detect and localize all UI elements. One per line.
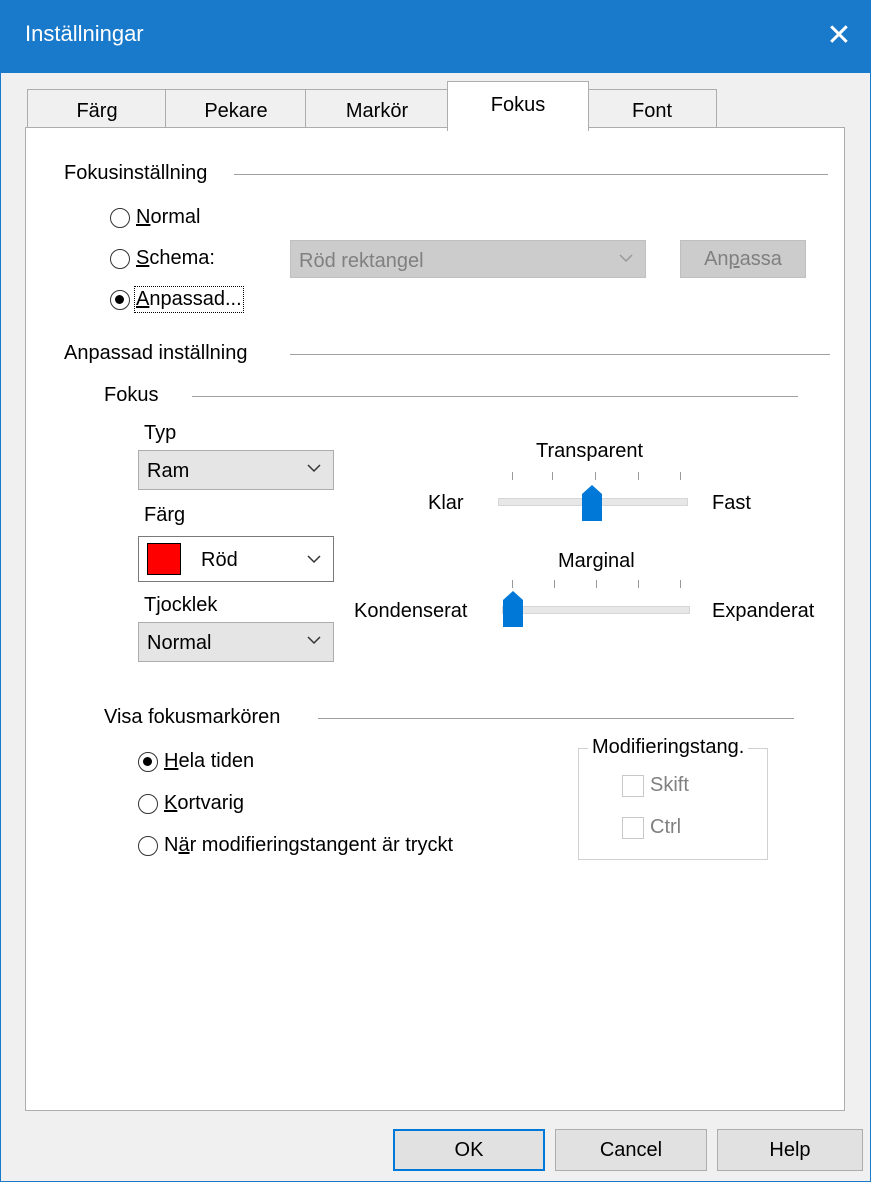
slider-tick [554,580,555,588]
group-heading-show-cursor: Visa fokusmarkören [104,706,291,729]
checkbox-box [622,816,644,839]
divider [290,354,830,355]
divider [192,396,798,397]
margin-right-label: Expanderat [712,600,815,622]
group-heading-custom-setting: Anpassad inställning [64,342,258,365]
margin-slider[interactable] [502,606,690,614]
chevron-down-icon [307,464,321,473]
radio-brief-label: Kortvarig [164,792,245,814]
checkbox-box [622,774,644,797]
tab-fokus[interactable]: Fokus [447,81,589,131]
type-label: Typ [144,422,177,444]
color-swatch [147,543,181,581]
radio-circle-selected [110,289,130,310]
tab-panel-fokus: Fokusinställning Normal Schema: Anpassad… [25,127,845,1111]
radio-always[interactable]: Hela tiden [138,750,254,773]
radio-circle [110,207,130,228]
slider-tick [638,580,639,588]
radio-circle [110,248,130,269]
margin-title: Marginal [558,550,635,572]
margin-left-label: Kondenserat [354,600,468,622]
slider-tick [552,472,553,480]
transparent-title: Transparent [536,440,644,462]
checkbox-ctrl-label: Ctrl [650,816,682,838]
thickness-select[interactable]: Normal [138,622,334,662]
divider [234,174,828,175]
help-button[interactable]: Help [717,1129,863,1171]
title-bar: Inställningar ✕ [1,1,870,73]
checkbox-shift-label: Skift [650,774,689,796]
tab-farg[interactable]: Färg [27,89,167,131]
checkbox-shift[interactable]: Skift [622,774,689,797]
group-heading-focus-setting: Fokusinställning [64,162,218,185]
chevron-down-icon [307,555,321,564]
radio-modifier-label: När modifieringstangent är tryckt [164,834,454,856]
color-label: Färg [144,504,186,526]
modifier-key-group [578,748,768,860]
red-swatch-icon [147,543,181,575]
radio-anpassad[interactable]: Anpassad... [110,286,244,313]
radio-modifier[interactable]: När modifieringstangent är tryckt [138,834,453,857]
type-select-value: Ram [147,460,190,482]
radio-normal[interactable]: Normal [110,206,200,229]
slider-tick [638,472,639,480]
settings-dialog: Inställningar ✕ Färg Pekare Markör Fokus… [0,0,871,1182]
schema-select[interactable]: Röd rektangel [290,240,646,278]
radio-circle-selected [138,751,158,772]
radio-always-label: Hela tiden [164,750,255,772]
close-icon[interactable]: ✕ [814,11,864,61]
slider-tick [512,580,513,588]
radio-brief[interactable]: Kortvarig [138,792,244,815]
tab-markor[interactable]: Markör [305,89,449,131]
transparent-left-label: Klar [428,492,464,514]
modifier-key-group-title: Modifieringstang. [588,736,749,759]
transparent-slider-thumb[interactable] [581,484,603,522]
slider-tick [680,472,681,480]
radio-circle [138,793,158,814]
color-select-value: Röd [201,549,238,571]
slider-tick [680,580,681,588]
slider-tick [595,472,596,480]
group-heading-focus: Fokus [104,384,169,407]
radio-schema[interactable]: Schema: [110,247,215,270]
color-select[interactable]: Röd [138,536,334,582]
thickness-label: Tjocklek [144,594,218,616]
ok-button[interactable]: OK [393,1129,545,1171]
tab-pekare[interactable]: Pekare [165,89,307,131]
customize-button[interactable]: Anpassa [680,240,806,278]
type-select[interactable]: Ram [138,450,334,490]
window-title: Inställningar [25,21,144,46]
thickness-select-value: Normal [147,632,212,654]
checkbox-ctrl[interactable]: Ctrl [622,816,681,839]
chevron-down-icon [619,254,633,263]
schema-select-value: Röd rektangel [299,250,424,272]
radio-anpassad-label: Anpassad... [134,286,244,313]
radio-normal-label: Normal [136,206,201,228]
margin-slider-thumb[interactable] [502,590,524,628]
radio-schema-label: Schema: [136,247,215,269]
slider-tick [596,580,597,588]
radio-circle [138,835,158,856]
tab-font[interactable]: Font [587,89,717,131]
cancel-button[interactable]: Cancel [555,1129,707,1171]
slider-tick [512,472,513,480]
divider [318,718,794,719]
transparent-right-label: Fast [712,492,751,514]
chevron-down-icon [307,636,321,645]
